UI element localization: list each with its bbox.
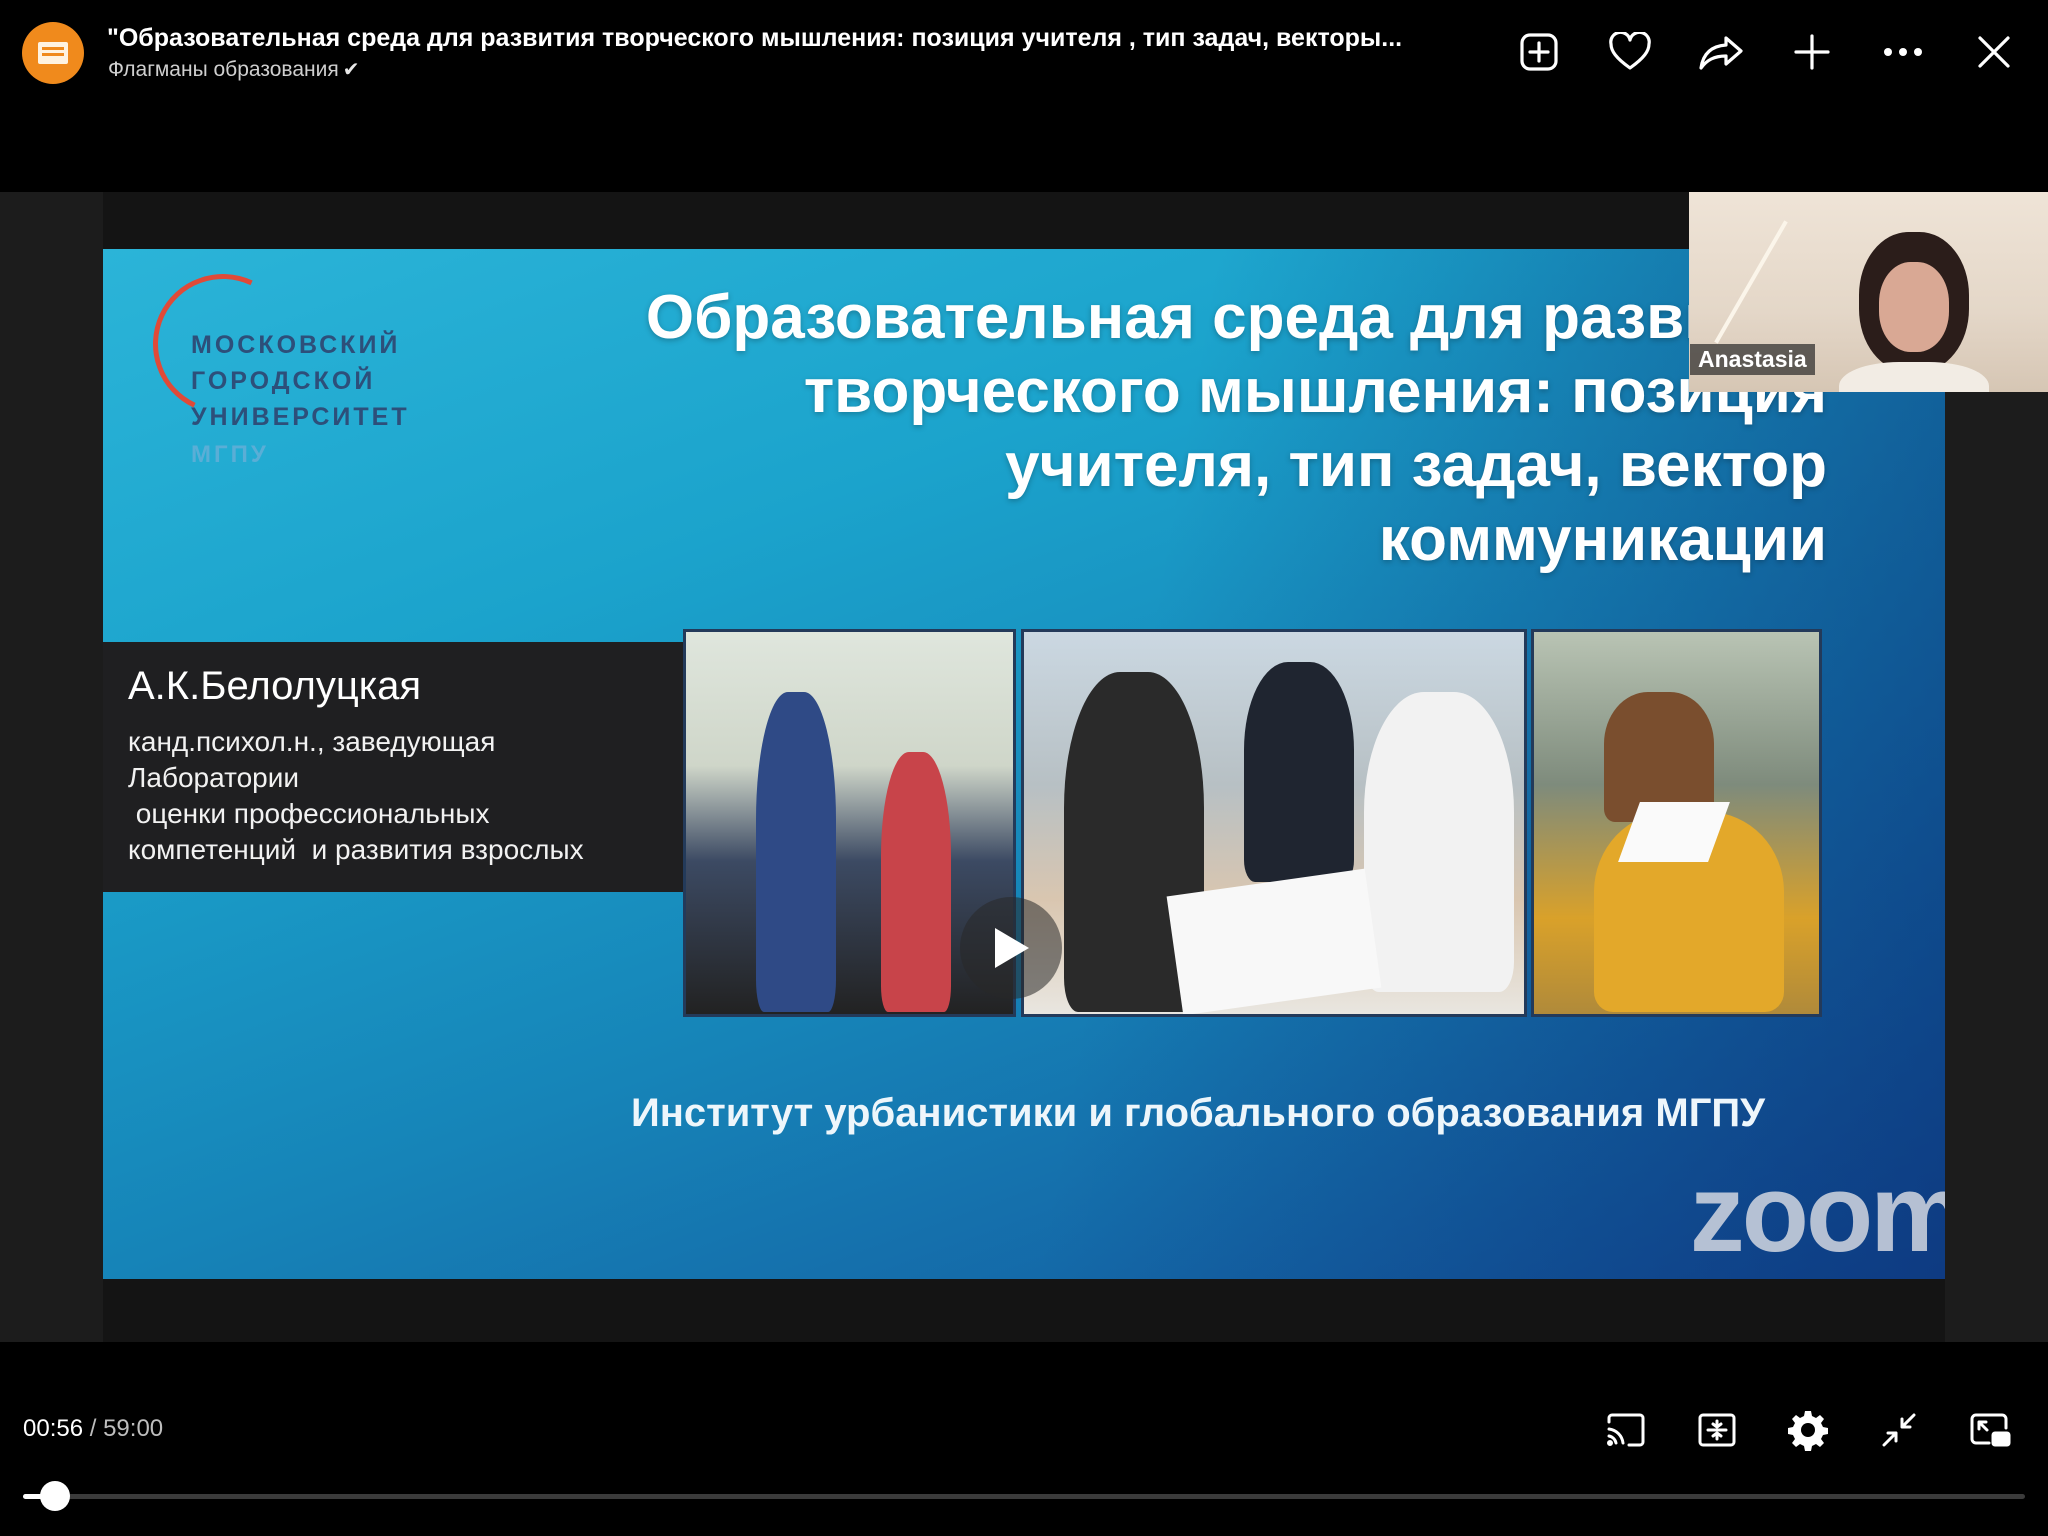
share-button[interactable]	[1691, 22, 1751, 82]
miniplayer-button[interactable]	[1960, 1400, 2020, 1460]
close-button[interactable]	[1964, 22, 2024, 82]
exit-fullscreen-icon	[1882, 1413, 1916, 1447]
video-title: "Образовательная среда для развития твор…	[107, 24, 1403, 52]
seek-bar[interactable]	[23, 1481, 2025, 1511]
author-box: А.К.Белолуцкая канд.психол.н., заведующа…	[103, 642, 683, 892]
add-icon	[1794, 34, 1830, 70]
add-to-playlist-button[interactable]	[1509, 22, 1569, 82]
like-button[interactable]	[1600, 22, 1660, 82]
university-logo-abbr: МГПУ	[191, 441, 269, 468]
like-icon	[1609, 32, 1651, 70]
duration: 59:00	[103, 1415, 164, 1442]
play-button[interactable]	[960, 897, 1062, 999]
more-icon	[1884, 48, 1922, 56]
slide-title: Образовательная среда для развития творч…	[645, 283, 1827, 574]
author-role: канд.психол.н., заведующая Лаборатории о…	[128, 726, 584, 865]
photo-strip	[683, 629, 1933, 1017]
photo-origami	[1531, 629, 1822, 1017]
participant-name: Anastasia	[1690, 344, 1815, 375]
miniplayer-icon	[1970, 1413, 2011, 1447]
zoom-watermark: zoom	[1689, 1152, 1945, 1275]
seek-bar-thumb[interactable]	[39, 1481, 70, 1511]
more-button[interactable]	[1873, 22, 1933, 82]
video-player[interactable]: МОСКОВСКИЙ ГОРОДСКОЙ УНИВЕРСИТЕТ МГПУ Об…	[0, 192, 2048, 1342]
time-display: 00:56 / 59:00	[23, 1415, 164, 1442]
add-button[interactable]	[1782, 22, 1842, 82]
presentation-slide: МОСКОВСКИЙ ГОРОДСКОЙ УНИВЕРСИТЕТ МГПУ Об…	[103, 249, 1945, 1279]
close-icon	[1978, 36, 2010, 68]
verified-icon: ✔	[342, 59, 360, 81]
photo-group-discussion	[1021, 629, 1527, 1017]
share-icon	[1699, 36, 1743, 70]
compact-mode-button[interactable]	[1687, 1400, 1747, 1460]
channel-name-label: Флагманы образования	[108, 58, 339, 81]
compact-mode-icon	[1698, 1413, 1736, 1447]
author-name: А.К.Белолуцкая	[128, 664, 422, 708]
add-to-playlist-icon	[1520, 33, 1558, 71]
play-icon	[995, 928, 1029, 968]
institute-caption: Институт урбанистики и глобального образ…	[630, 1091, 1766, 1135]
current-time: 00:56	[23, 1415, 84, 1442]
letterbox-left	[0, 192, 103, 1342]
settings-button[interactable]	[1778, 1400, 1838, 1460]
university-logo-text: МОСКОВСКИЙ ГОРОДСКОЙ УНИВЕРСИТЕТ	[191, 331, 410, 431]
channel-name[interactable]: Флагманы образования ✔	[108, 57, 359, 82]
cast-button[interactable]	[1596, 1400, 1656, 1460]
settings-icon	[1788, 1411, 1828, 1451]
channel-avatar[interactable]	[22, 22, 84, 84]
exit-fullscreen-button[interactable]	[1869, 1400, 1929, 1460]
cast-icon	[1607, 1413, 1645, 1447]
